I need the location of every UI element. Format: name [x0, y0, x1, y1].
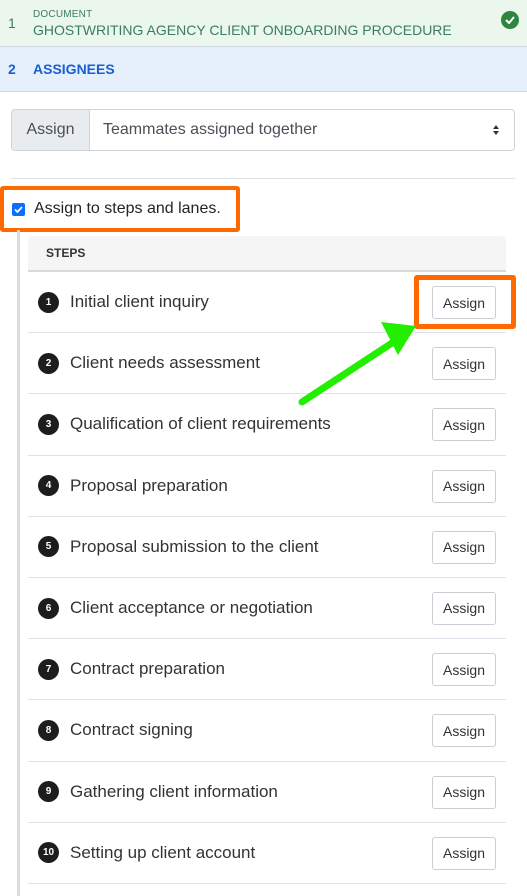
sort-arrows-icon — [493, 125, 499, 135]
step-title: ASSIGNEES — [33, 61, 115, 77]
step-name: Contract preparation — [70, 659, 225, 679]
assign-mode-select[interactable]: Teammates assigned together — [90, 110, 514, 150]
step-row: 4 Proposal preparation Assign — [28, 456, 506, 517]
check-circle-icon — [501, 11, 519, 29]
step-name: Gathering client information — [70, 781, 278, 801]
divider — [11, 178, 515, 179]
step-name: Proposal submission to the client — [70, 536, 319, 556]
step-number-badge: 6 — [38, 597, 59, 619]
assign-step-button[interactable]: Assign — [432, 530, 496, 564]
assign-step-button[interactable]: Assign — [432, 286, 496, 319]
wizard-step-document[interactable]: 1 DOCUMENT GHOSTWRITING AGENCY CLIENT ON… — [0, 0, 527, 47]
step-number-badge: 2 — [38, 352, 59, 374]
assign-step-button[interactable]: Assign — [432, 653, 496, 687]
step-name: Qualification of client requirements — [70, 414, 331, 434]
step-number-badge: 3 — [38, 413, 59, 435]
step-row: 1 Initial client inquiry Assign — [28, 272, 506, 334]
step-row: 2 Client needs assessment Assign — [28, 333, 506, 395]
step-name: Contract signing — [70, 720, 193, 740]
step-row: 10 Setting up client account Assign — [28, 823, 506, 884]
step-kicker: DOCUMENT — [33, 9, 93, 20]
assign-step-button[interactable]: Assign — [432, 714, 496, 748]
step-row: 8 Contract signing Assign — [28, 700, 506, 762]
step-number-badge: 9 — [38, 781, 59, 803]
step-number-badge: 5 — [38, 536, 59, 558]
steps-header: STEPS — [28, 236, 506, 272]
step-number-badge: 4 — [38, 475, 59, 497]
step-row: 7 Contract preparation Assign — [28, 639, 506, 701]
step-name: Proposal preparation — [70, 475, 228, 495]
checkbox-label: Assign to steps and lanes. — [34, 200, 221, 217]
step-number: 2 — [8, 61, 16, 77]
step-row: 3 Qualification of client requirements Ass… — [28, 394, 506, 456]
step-name: Client needs assessment — [70, 353, 260, 373]
assign-label: Assign — [12, 110, 90, 150]
steps-list: 1 Initial client inquiry Assign 2 Client nee… — [28, 272, 506, 884]
step-number-badge: 1 — [38, 291, 59, 313]
step-number-badge: 8 — [38, 719, 59, 741]
step-name: Setting up client account — [70, 842, 256, 862]
step-name: Initial client inquiry — [70, 292, 209, 312]
assign-step-button[interactable]: Assign — [432, 775, 496, 809]
assign-step-button[interactable]: Assign — [432, 836, 496, 870]
step-number-badge: 10 — [38, 842, 59, 864]
step-row: 5 Proposal submission to the client Assign — [28, 517, 506, 578]
assign-step-button[interactable]: Assign — [432, 408, 496, 442]
step-row: 9 Gathering client information Assign — [28, 762, 506, 823]
step-number: 1 — [8, 15, 16, 31]
assign-steps-lanes-checkbox[interactable] — [12, 202, 25, 216]
assign-steps-lanes-option[interactable]: Assign to steps and lanes. — [0, 186, 240, 232]
step-number-badge: 7 — [38, 658, 59, 680]
assign-mode-value: Teammates assigned together — [103, 121, 318, 138]
indent-line — [17, 230, 20, 896]
document-title: GHOSTWRITING AGENCY CLIENT ONBOARDING PR… — [33, 22, 452, 38]
wizard-step-assignees[interactable]: 2 ASSIGNEES — [0, 47, 527, 92]
assign-step-button[interactable]: Assign — [432, 469, 496, 503]
step-name: Client acceptance or negotiation — [70, 598, 313, 618]
assign-step-button[interactable]: Assign — [432, 347, 496, 381]
assign-step-button[interactable]: Assign — [432, 591, 496, 625]
step-row: 6 Client acceptance or negotiation Assign — [28, 578, 506, 640]
steps-panel: STEPS 1 Initial client inquiry Assign 2 Clie… — [28, 236, 506, 884]
assign-mode-group: Assign Teammates assigned together — [11, 109, 515, 151]
